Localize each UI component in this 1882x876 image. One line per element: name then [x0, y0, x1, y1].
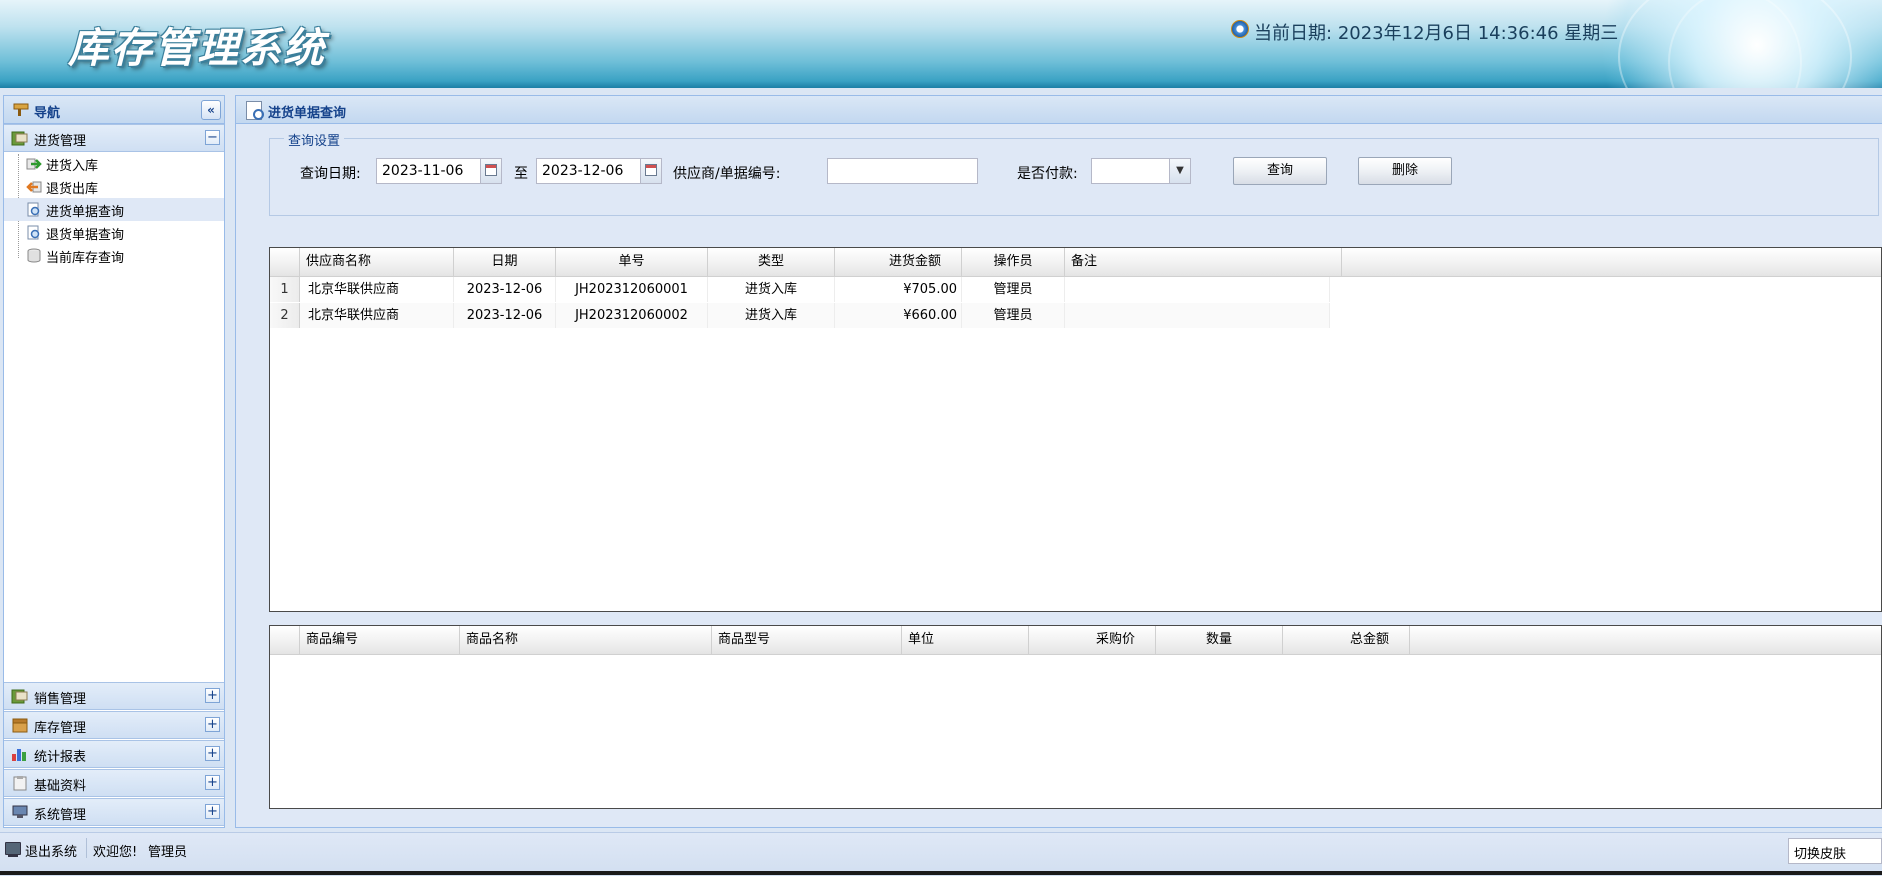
- nav-item-purchase-query[interactable]: 进货单据查询: [4, 198, 224, 221]
- paid-label: 是否付款:: [1017, 166, 1078, 182]
- section-toggle-icon[interactable]: +: [205, 688, 220, 703]
- nav-section-purchase[interactable]: 进货管理 −: [4, 124, 224, 152]
- computer-icon: [12, 805, 28, 818]
- query-legend: 查询设置: [284, 130, 345, 149]
- box-icon: [12, 718, 28, 733]
- nav-section-system[interactable]: 系统管理 +: [4, 798, 224, 826]
- clipboard-icon: [13, 776, 27, 791]
- cell-amount: ¥660.00: [835, 303, 962, 328]
- cell-amount: ¥705.00: [835, 277, 962, 302]
- arrow-right-icon: [26, 158, 42, 170]
- cell-operator: 管理员: [962, 277, 1065, 302]
- current-date-value: 2023年12月6日 14:36:46 星期三: [1337, 23, 1619, 44]
- current-date: 当前日期: 2023年12月6日 14:36:46 星期三: [1254, 19, 1618, 45]
- purchase-folder-icon: [11, 131, 28, 146]
- status-bar: [0, 832, 1882, 876]
- date-to-label: 至: [514, 166, 528, 182]
- computer-icon: [5, 842, 21, 857]
- column-header[interactable]: 单位: [902, 626, 1029, 654]
- document-search-icon: [246, 101, 264, 120]
- cell-date: 2023-12-06: [454, 277, 556, 302]
- calendar-icon[interactable]: [480, 159, 501, 183]
- current-date-label: 当前日期:: [1254, 23, 1333, 44]
- cell-type: 进货入库: [708, 277, 835, 302]
- cell-date: 2023-12-06: [454, 303, 556, 328]
- nav-item-purchase-in[interactable]: 进货入库: [4, 152, 224, 175]
- main-title: 进货单据查询: [268, 106, 347, 121]
- row-number: 1: [270, 277, 300, 302]
- cell-number: JH202312060001: [556, 277, 708, 302]
- cell-remark: [1065, 277, 1330, 302]
- detail-grid: 商品编号 商品名称 商品型号 单位 采购价 数量 总金额: [269, 625, 1882, 809]
- delete-button[interactable]: 删除: [1358, 157, 1452, 185]
- detail-grid-header: 商品编号 商品名称 商品型号 单位 采购价 数量 总金额: [270, 626, 1881, 655]
- current-user: 管理员: [148, 845, 188, 860]
- section-toggle-icon[interactable]: +: [205, 775, 220, 790]
- column-header[interactable]: 总金额: [1283, 626, 1410, 654]
- nav-section-basic-data[interactable]: 基础资料 +: [4, 769, 224, 797]
- section-toggle-icon[interactable]: −: [205, 130, 220, 145]
- nav-item-return-query[interactable]: 退货单据查询: [4, 221, 224, 244]
- skin-select[interactable]: 切换皮肤: [1788, 838, 1882, 864]
- table-row[interactable]: 1 北京华联供应商 2023-12-06 JH202312060001 进货入库…: [270, 277, 1330, 302]
- column-header[interactable]: 备注: [1065, 248, 1342, 276]
- column-header[interactable]: 类型: [708, 248, 835, 276]
- nav-panel-header: 导航 «: [4, 96, 224, 124]
- signpost-icon: [13, 103, 29, 116]
- orders-grid: 供应商名称 日期 单号 类型 进货金额 操作员 备注 1 北京华联供应商 202…: [269, 247, 1882, 612]
- column-header[interactable]: 操作员: [962, 248, 1065, 276]
- supplier-input[interactable]: [827, 158, 978, 184]
- nav-title: 导航: [34, 106, 61, 121]
- welcome-text: 欢迎您!: [93, 845, 138, 860]
- cell-supplier: 北京华联供应商: [300, 277, 454, 302]
- orders-grid-header: 供应商名称 日期 单号 类型 进货金额 操作员 备注: [270, 248, 1881, 277]
- nav-panel: 导航 « 进货管理 − 进货入库 退货出库 进货单据查询 退货单据查询 当前库存…: [3, 95, 225, 828]
- column-header[interactable]: 商品编号: [300, 626, 460, 654]
- row-number: 2: [270, 303, 300, 328]
- query-settings: 查询设置 查询日期: 2023-11-06 至 2023-12-06 供应商/单…: [269, 130, 1879, 216]
- clock-icon: [1231, 20, 1249, 38]
- bar-chart-icon: [12, 749, 26, 761]
- table-row[interactable]: 2 北京华联供应商 2023-12-06 JH202312060002 进货入库…: [270, 303, 1330, 328]
- cell-remark: [1065, 303, 1330, 328]
- cell-supplier: 北京华联供应商: [300, 303, 454, 328]
- sales-folder-icon: [11, 689, 28, 704]
- database-icon: [27, 248, 41, 263]
- nav-item-stock-query[interactable]: 当前库存查询: [4, 244, 224, 267]
- paid-select[interactable]: ▼: [1091, 158, 1191, 184]
- section-toggle-icon[interactable]: +: [205, 804, 220, 819]
- document-search-icon: [27, 225, 40, 240]
- query-button[interactable]: 查询: [1233, 157, 1327, 185]
- document-search-icon: [27, 202, 40, 217]
- column-header[interactable]: 商品型号: [712, 626, 902, 654]
- column-header[interactable]: 商品名称: [460, 626, 712, 654]
- nav-item-return-out[interactable]: 退货出库: [4, 175, 224, 198]
- chevron-down-icon[interactable]: ▼: [1169, 159, 1190, 183]
- arrow-left-icon: [26, 181, 42, 193]
- query-date-label: 查询日期:: [300, 166, 361, 182]
- collapse-nav-button[interactable]: «: [201, 100, 221, 120]
- main-panel-header: 进货单据查询: [236, 96, 1882, 124]
- cell-operator: 管理员: [962, 303, 1065, 328]
- section-toggle-icon[interactable]: +: [205, 717, 220, 732]
- column-header[interactable]: 日期: [454, 248, 556, 276]
- column-header[interactable]: 进货金额: [835, 248, 962, 276]
- cell-number: JH202312060002: [556, 303, 708, 328]
- supplier-label: 供应商/单据编号:: [673, 166, 781, 182]
- column-header[interactable]: 单号: [556, 248, 708, 276]
- start-date-field[interactable]: 2023-11-06: [376, 158, 502, 184]
- main-panel: 进货单据查询 查询设置 查询日期: 2023-11-06 至 2023-12-0…: [235, 95, 1882, 828]
- nav-section-inventory[interactable]: 库存管理 +: [4, 711, 224, 739]
- column-header[interactable]: 采购价: [1029, 626, 1156, 654]
- column-header[interactable]: 供应商名称: [300, 248, 454, 276]
- column-header[interactable]: 数量: [1156, 626, 1283, 654]
- end-date-field[interactable]: 2023-12-06: [536, 158, 662, 184]
- section-toggle-icon[interactable]: +: [205, 746, 220, 761]
- cell-type: 进货入库: [708, 303, 835, 328]
- nav-section-reports[interactable]: 统计报表 +: [4, 740, 224, 768]
- logout-link[interactable]: 退出系统: [25, 841, 77, 860]
- calendar-icon[interactable]: [640, 159, 661, 183]
- app-title: 库存管理系统: [68, 24, 326, 72]
- nav-section-sales[interactable]: 销售管理 +: [4, 682, 224, 710]
